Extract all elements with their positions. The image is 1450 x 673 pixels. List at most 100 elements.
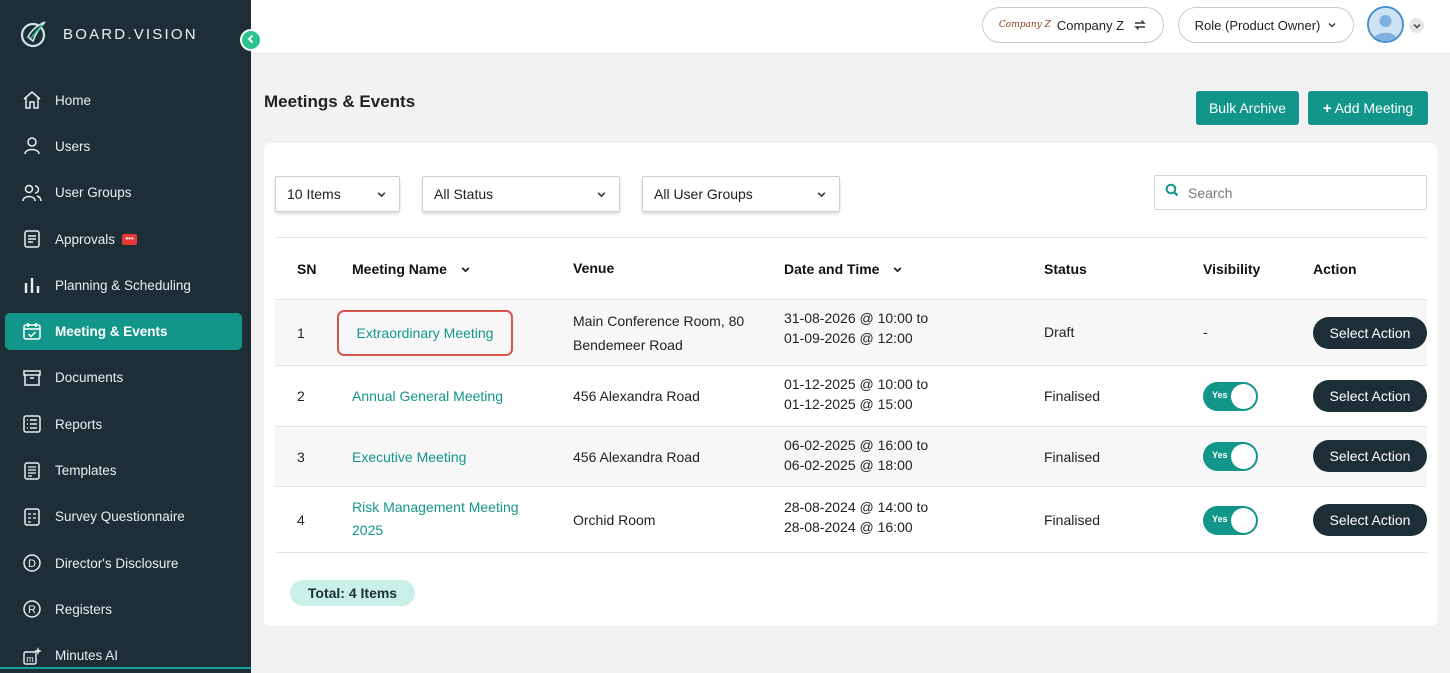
sidebar-item-users[interactable]: Users [0,123,251,169]
avatar-person-icon [1369,8,1402,41]
select-action-button[interactable]: Select Action [1313,440,1427,472]
svg-text:m: m [26,654,34,664]
meeting-name-link[interactable]: Risk Management Meeting 2025 [352,496,519,542]
company-switcher[interactable]: Company Z Company Z [982,7,1164,43]
row-sn: 1 [297,325,305,341]
user-avatar[interactable] [1367,6,1404,43]
row-status: Finalised [1044,512,1101,528]
meeting-name-link[interactable]: Executive Meeting [352,446,466,468]
approvals-message-badge: ••• [122,233,138,245]
header-sn: SN [297,261,317,277]
select-action-button[interactable]: Select Action [1313,504,1427,536]
sidebar-item-user-groups[interactable]: User Groups [0,170,251,216]
bar-chart-icon [22,275,42,295]
list-icon [22,414,42,434]
sidebar-item-label: Survey Questionnaire [55,509,185,525]
sidebar-item-reports[interactable]: Reports [0,401,251,447]
top-bar: Company Z Company Z Role (Product Owner) [251,0,1450,54]
row-venue: Orchid Room [573,512,656,528]
meeting-name-link[interactable]: Annual General Meeting [352,385,503,407]
date-line: 06-02-2025 @ 18:00 [784,457,913,473]
items-per-page-value: 10 Items [287,186,341,202]
toggle-label: Yes [1212,390,1228,400]
sidebar-item-label: User Groups [55,185,132,201]
meeting-name-link[interactable]: Extraordinary Meeting [357,325,494,341]
date-line: 01-09-2026 @ 12:00 [784,330,913,346]
brand-logo-icon [18,19,48,49]
meeting-name-line: 2025 [352,522,384,538]
highlighted-meeting-link[interactable]: Extraordinary Meeting [337,310,513,356]
sidebar-item-label: Meeting & Events [55,323,168,339]
sidebar-item-label: Templates [55,463,117,479]
add-meeting-button[interactable]: + Add Meeting [1308,91,1428,125]
row-date-time: 28-08-2024 @ 14:00 to 28-08-2024 @ 16:00 [784,497,928,537]
sidebar-item-directors-disclosure[interactable]: D Director's Disclosure [0,540,251,586]
svg-text:R: R [28,604,36,616]
header-date-time[interactable]: Date and Time [784,261,903,277]
table-row: 4 Risk Management Meeting 2025 Orchid Ro… [275,487,1427,553]
search-input[interactable] [1188,184,1408,201]
sidebar-item-registers[interactable]: R Registers [0,586,251,632]
role-label: Role (Product Owner) [1194,17,1321,33]
approvals-icon [22,229,42,249]
chevron-down-icon [376,189,387,200]
header-meeting-name[interactable]: Meeting Name [352,261,471,277]
sort-chevron-icon[interactable] [892,264,903,275]
visibility-toggle[interactable]: Yes [1203,382,1258,411]
chevron-down-icon [816,189,827,200]
venue-line: Main Conference Room, 80 [573,313,745,329]
survey-icon [22,507,42,527]
date-line: 06-02-2025 @ 16:00 to [784,437,929,453]
search-icon [1165,183,1179,202]
sidebar-item-documents[interactable]: Documents [0,355,251,401]
switch-arrows-icon [1133,18,1147,32]
search-box[interactable] [1154,175,1427,210]
sort-chevron-icon[interactable] [460,264,471,275]
status-filter-select[interactable]: All Status [422,176,620,212]
bulk-archive-button[interactable]: Bulk Archive [1196,91,1299,125]
sidebar-item-home[interactable]: Home [0,77,251,123]
user-icon [22,136,42,156]
sidebar-item-label: Documents [55,370,124,386]
user-groups-filter-select[interactable]: All User Groups [642,176,840,212]
row-sn: 4 [297,512,305,528]
brand[interactable]: BOARD.VISION [18,18,198,50]
visibility-toggle[interactable]: Yes [1203,506,1258,535]
items-per-page-select[interactable]: 10 Items [275,176,400,212]
table-header: SN Meeting Name Venue Date and Time Stat… [275,237,1427,300]
select-action-button[interactable]: Select Action [1313,317,1427,349]
sidebar-item-approvals[interactable]: Approvals ••• [0,216,251,262]
sidebar-item-meeting-events[interactable]: Meeting & Events [5,312,242,350]
sidebar-item-planning[interactable]: Planning & Scheduling [0,262,251,308]
table-row: 3 Executive Meeting 456 Alexandra Road 0… [275,427,1427,487]
user-menu-chevron-icon[interactable] [1409,18,1424,33]
chevron-down-icon [1327,20,1337,30]
row-date-time: 31-08-2026 @ 10:00 to 01-09-2026 @ 12:00 [784,308,928,348]
company-logo: Company Z [998,20,1051,30]
toggle-label: Yes [1212,450,1228,460]
sidebar-nav: Home Users User Groups Approvals ••• Pla… [0,77,251,673]
sidebar-item-label: Home [55,92,92,108]
header-visibility: Visibility [1203,261,1261,277]
role-selector[interactable]: Role (Product Owner) [1178,7,1354,43]
sidebar-item-label: Reports [55,416,103,432]
sidebar-item-survey[interactable]: Survey Questionnaire [0,494,251,540]
users-icon [22,183,42,203]
visibility-toggle[interactable]: Yes [1203,442,1258,471]
company-label: Company Z [1056,17,1125,33]
status-filter-value: All Status [434,186,494,202]
sidebar-accent-line [0,667,251,669]
date-line: 31-08-2026 @ 10:00 to [784,310,929,326]
sidebar-item-label: Approvals [55,231,116,247]
row-visibility: - [1203,324,1208,340]
row-date-time: 01-12-2025 @ 10:00 to 01-12-2025 @ 15:00 [784,374,928,414]
sidebar-item-label: Minutes AI [55,648,119,664]
minutes-ai-icon: m [22,646,42,666]
select-action-button[interactable]: Select Action [1313,380,1427,412]
meeting-name-line: Risk Management Meeting [352,499,519,515]
toggle-knob [1231,444,1256,469]
sidebar-item-templates[interactable]: Templates [0,447,251,493]
brand-name: BOARD.VISION [63,25,198,43]
sidebar-collapse-button[interactable] [240,29,262,51]
date-line: 01-12-2025 @ 10:00 to [784,376,929,392]
